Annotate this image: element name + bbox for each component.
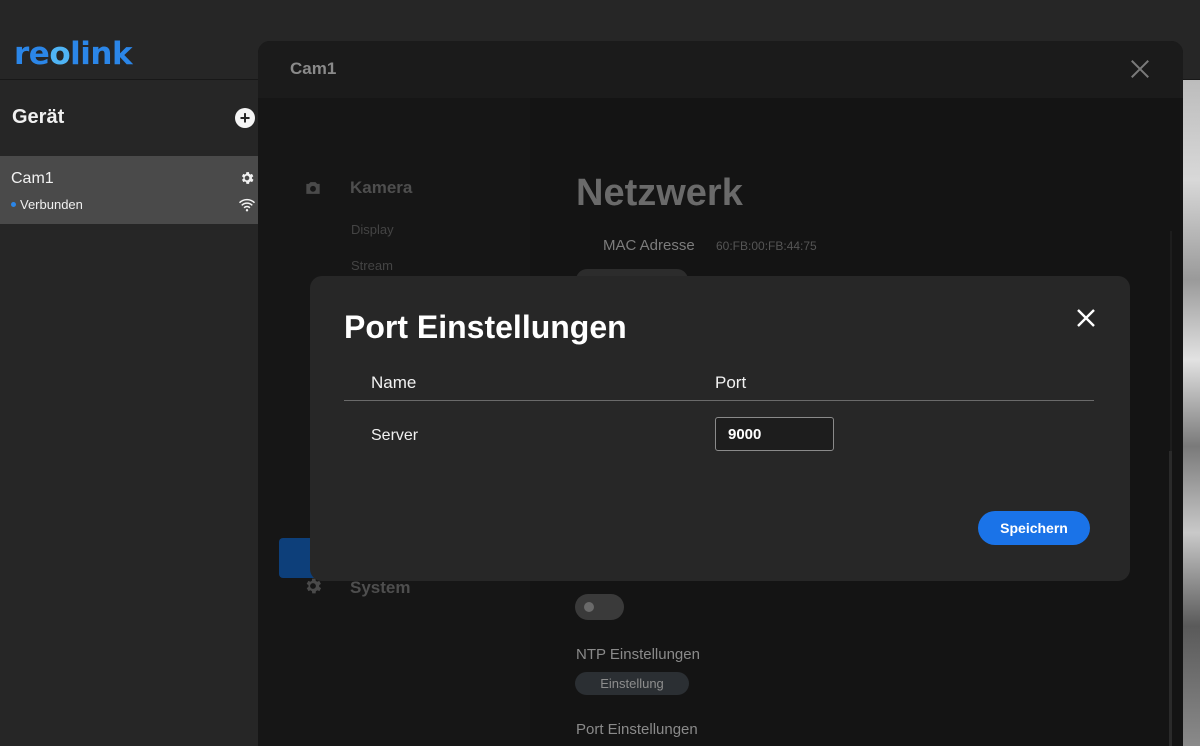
device-name: Cam1 [11, 170, 54, 187]
status-dot [11, 202, 16, 208]
wifi-icon [238, 198, 256, 212]
row-server-name: Server [371, 427, 419, 444]
settings-panel-title: Cam1 [290, 59, 337, 78]
nav-item-display[interactable]: Display [351, 222, 394, 237]
port-settings-dialog: Port Einstellungen Name Port Server Spei… [310, 276, 1130, 581]
add-device-button[interactable]: + [235, 108, 255, 128]
settings-panel-header: Cam1 [258, 41, 1183, 98]
device-status-text: Verbunden [20, 197, 83, 212]
device-status: Verbunden [11, 197, 83, 212]
scrollbar-thumb[interactable] [1169, 451, 1172, 746]
server-port-input[interactable] [715, 417, 834, 451]
ntp-settings-label: NTP Einstellungen [576, 646, 700, 663]
network-title: Netzwerk [576, 172, 743, 214]
mac-address-value: 60:FB:00:FB:44:75 [716, 239, 817, 253]
close-icon[interactable] [1129, 58, 1151, 80]
dialog-title: Port Einstellungen [344, 309, 627, 345]
plus-circle-icon: + [239, 108, 251, 128]
toggle-knob [584, 602, 594, 612]
ddns-toggle[interactable] [575, 594, 624, 620]
column-header-port: Port [715, 373, 747, 392]
nav-item-stream[interactable]: Stream [351, 258, 393, 273]
close-icon[interactable] [1074, 306, 1098, 330]
column-header-name: Name [371, 373, 417, 392]
logo-text: reolink [14, 36, 133, 72]
camera-icon [306, 182, 320, 194]
gear-icon[interactable] [239, 170, 255, 186]
save-button[interactable]: Speichern [978, 511, 1090, 545]
ntp-settings-button[interactable]: Einstellung [575, 672, 689, 695]
mac-address-label: MAC Adresse [603, 237, 695, 254]
nav-heading-camera[interactable]: Kamera [350, 178, 412, 198]
device-list-title: Gerät [12, 106, 65, 128]
nav-heading-system[interactable]: System [350, 578, 410, 598]
reolink-logo: reolink [14, 36, 133, 72]
background-image-strip [1183, 80, 1200, 746]
table-divider [344, 400, 1094, 401]
device-item-cam1[interactable]: Cam1 Verbunden [0, 156, 258, 224]
port-settings-label: Port Einstellungen [576, 721, 698, 738]
